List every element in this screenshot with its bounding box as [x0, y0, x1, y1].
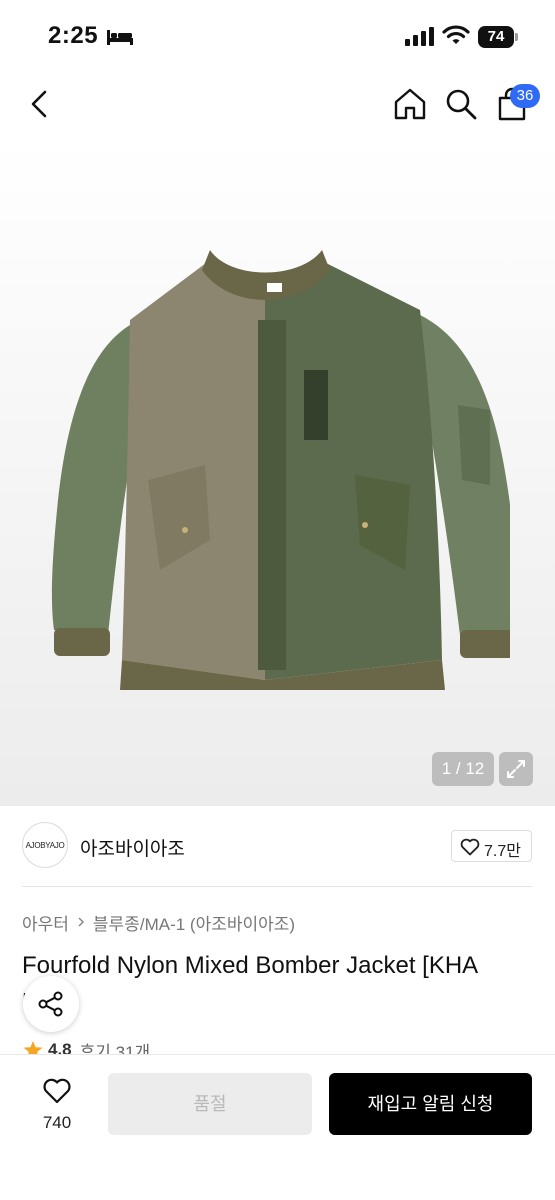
chevron-right-icon — [78, 917, 84, 927]
status-bar: 2:25 74 — [0, 0, 555, 70]
status-time: 2:25 — [48, 22, 99, 49]
breadcrumb: 아우터 블루종/MA-1 (아조바이아조) — [22, 910, 295, 934]
image-counter: 1 / 12 — [432, 752, 494, 786]
expand-icon[interactable] — [499, 752, 533, 786]
signal-icon — [405, 27, 434, 46]
heart-icon — [43, 1078, 71, 1104]
bottom-action-bar: 740 품절 재입고 알림 신청 — [0, 1054, 555, 1200]
restock-alert-button[interactable]: 재입고 알림 신청 — [329, 1073, 532, 1135]
wifi-icon — [442, 25, 470, 44]
wishlist-count: 740 — [42, 1113, 72, 1132]
wishlist-button[interactable]: 740 — [22, 1073, 92, 1143]
product-title: Fourfold Nylon Mixed Bomber Jacket [KHA — [22, 952, 479, 979]
product-image — [51, 250, 510, 690]
home-button[interactable] — [392, 86, 428, 122]
brand-logo[interactable]: AJOBYAJO — [22, 822, 68, 868]
back-button[interactable] — [22, 86, 58, 122]
heart-icon — [460, 838, 480, 856]
top-nav — [0, 70, 555, 140]
brand-row[interactable]: AJOBYAJO 아조바이아조 7.7만 — [0, 806, 555, 886]
battery-level: 74 — [478, 26, 514, 48]
breadcrumb-subcategory[interactable]: 블루종/MA-1 (아조바이아조) — [93, 910, 295, 935]
battery-icon: 74 — [478, 26, 518, 48]
share-icon — [38, 991, 63, 1017]
brand-like-count: 7.7만 — [484, 843, 521, 860]
breadcrumb-category[interactable]: 아우터 — [22, 910, 69, 935]
divider — [22, 886, 532, 887]
brand-like-button[interactable]: 7.7만 — [451, 830, 532, 862]
search-button[interactable] — [444, 86, 478, 122]
bed-icon — [107, 30, 133, 45]
share-button[interactable] — [23, 976, 79, 1032]
product-image-gallery[interactable]: 1 / 12 — [0, 140, 555, 806]
brand-name[interactable]: 아조바이아조 — [80, 834, 185, 861]
soldout-button: 품절 — [108, 1073, 312, 1135]
cart-count-badge: 36 — [510, 84, 540, 108]
